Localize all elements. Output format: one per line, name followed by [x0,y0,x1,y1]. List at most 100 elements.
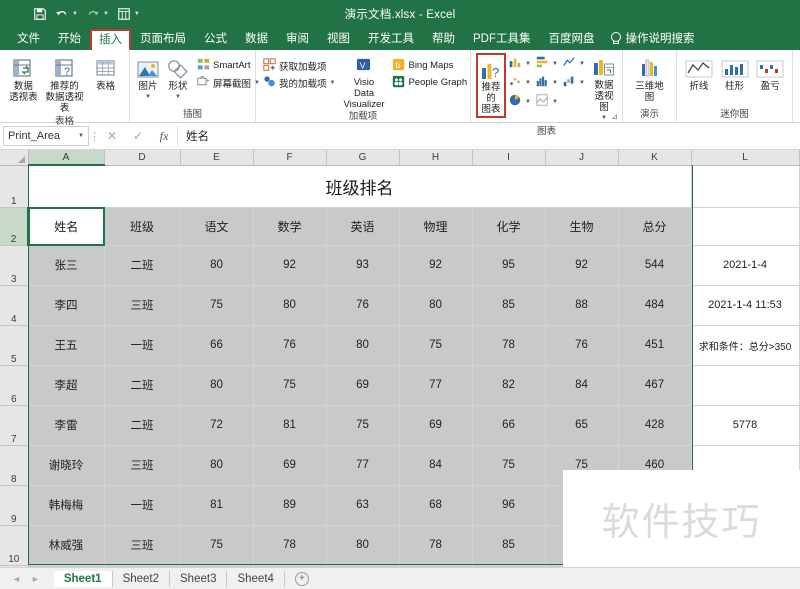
cell-H7[interactable]: 69 [399,405,473,446]
cell-D11[interactable]: 二班 [104,565,181,567]
cell-F6[interactable]: 75 [253,365,327,406]
sparkline-column-button[interactable]: 柱形 [718,54,752,93]
cell-H8[interactable]: 84 [399,445,473,486]
cell-D3[interactable]: 二班 [104,245,181,286]
tab-developer[interactable]: 开发工具 [359,28,423,50]
cell-A5[interactable]: 王五 [28,325,105,366]
cell-D5[interactable]: 一班 [104,325,181,366]
row-header-2[interactable]: 2 [0,207,29,246]
cell-F7[interactable]: 81 [253,405,327,446]
tab-pdf-tools[interactable]: PDF工具集 [464,28,540,50]
surface-chart-caret[interactable]: ▼ [552,99,558,105]
cell-J6[interactable]: 84 [545,365,619,406]
sheet-tab-sheet4[interactable]: Sheet4 [227,570,285,587]
cell-A2[interactable]: 姓名 [28,207,105,246]
waterfall-button[interactable]: ▼ [562,73,589,92]
cell-K6[interactable]: 467 [618,365,692,406]
cell-K3[interactable]: 544 [618,245,692,286]
cell-I6[interactable]: 82 [472,365,546,406]
column-header-J[interactable]: J [545,150,619,166]
sheet-nav-next-icon[interactable]: ► [31,574,40,584]
cell-G5[interactable]: 80 [326,325,400,366]
cell-I5[interactable]: 78 [472,325,546,366]
shapes-button[interactable]: 形状 ▼ [165,54,191,104]
cell-H9[interactable]: 68 [399,485,473,526]
column-header-L[interactable]: L [691,150,800,166]
row-header-3[interactable]: 3 [0,245,29,286]
cell-I4[interactable]: 85 [472,285,546,326]
cell-G7[interactable]: 75 [326,405,400,446]
recommended-charts-button[interactable]: ? 推荐的 图表 [476,53,506,118]
cell-A6[interactable]: 李超 [28,365,105,406]
cell-G9[interactable]: 63 [326,485,400,526]
undo-dropdown-icon[interactable]: ▼ [72,11,78,17]
cell-A10[interactable]: 林威强 [28,525,105,566]
cell-A8[interactable]: 谢晓玲 [28,445,105,486]
select-all-corner[interactable] [0,150,29,166]
tab-formulas[interactable]: 公式 [195,28,236,50]
cell-F10[interactable]: 78 [253,525,327,566]
cell-L1[interactable] [691,165,800,208]
cell-E4[interactable]: 75 [180,285,254,326]
charts-dialog-launcher[interactable]: ⊿ [611,112,618,121]
bar-chart-caret[interactable]: ▼ [552,61,558,67]
cell-J2[interactable]: 生物 [545,207,619,246]
cell-F8[interactable]: 69 [253,445,327,486]
print-preview-icon[interactable] [114,4,134,24]
column-header-I[interactable]: I [472,150,546,166]
cancel-icon[interactable]: ✕ [99,129,125,143]
cell-H6[interactable]: 77 [399,365,473,406]
column-header-F[interactable]: F [253,150,327,166]
row-header-4[interactable]: 4 [0,285,29,326]
cell-H11[interactable]: 75 [399,565,473,567]
cell-D8[interactable]: 三班 [104,445,181,486]
sheet-tab-sheet2[interactable]: Sheet2 [113,570,171,587]
scatter-chart-button[interactable]: ▼ [508,73,535,92]
cell-A9[interactable]: 韩梅梅 [28,485,105,526]
cell-L4[interactable]: 2021-1-4 11:53 [691,285,800,326]
cell-L7[interactable]: 5778 [691,405,800,446]
sheet-tab-sheet1[interactable]: Sheet1 [53,570,113,587]
cell-L5[interactable]: 求和条件：总分>350 [691,325,800,366]
cell-G3[interactable]: 93 [326,245,400,286]
add-sheet-button[interactable]: + [294,571,309,586]
column-header-A[interactable]: A [28,150,105,166]
column-header-G[interactable]: G [326,150,400,166]
name-box-dropdown-icon[interactable]: ▼ [78,133,84,139]
cell-D6[interactable]: 二班 [104,365,181,406]
cell-K5[interactable]: 451 [618,325,692,366]
screenshot-button[interactable]: + 屏幕截图 ▼ [195,74,262,91]
cell-E6[interactable]: 80 [180,365,254,406]
scatter-chart-caret[interactable]: ▼ [525,80,531,86]
pie-chart-caret[interactable]: ▼ [525,99,531,105]
bar-chart-button[interactable]: ▼ [535,54,562,73]
cell-K7[interactable]: 428 [618,405,692,446]
cell-I8[interactable]: 75 [472,445,546,486]
fx-icon[interactable]: fx [151,129,177,144]
sheet-title-cell[interactable]: 班级排名 [28,165,692,208]
column-header-E[interactable]: E [180,150,254,166]
row-header-8[interactable]: 8 [0,445,29,486]
tab-view[interactable]: 视图 [318,28,359,50]
cell-I9[interactable]: 96 [472,485,546,526]
shapes-dropdown-icon[interactable]: ▼ [175,92,181,103]
cell-H5[interactable]: 75 [399,325,473,366]
row-header-11[interactable]: 11 [0,565,29,567]
cell-G10[interactable]: 80 [326,525,400,566]
cell-I7[interactable]: 66 [472,405,546,446]
pie-chart-button[interactable]: ▼ [508,92,535,111]
cell-I11[interactable]: 73 [472,565,546,567]
column-header-D[interactable]: D [104,150,181,166]
tell-me-search[interactable]: 操作说明搜索 [604,28,704,50]
cell-K4[interactable]: 484 [618,285,692,326]
sheet-tab-sheet3[interactable]: Sheet3 [170,570,228,587]
column-chart-button[interactable]: ▼ [508,54,535,73]
smartart-button[interactable]: SmartArt [195,57,262,74]
cell-E5[interactable]: 66 [180,325,254,366]
people-graph-button[interactable]: People Graph [390,74,469,91]
bing-maps-button[interactable]: b Bing Maps [390,57,469,74]
cell-K2[interactable]: 总分 [618,207,692,246]
cell-E7[interactable]: 72 [180,405,254,446]
3d-map-button[interactable]: 三维地 图 [628,54,671,104]
table-button[interactable]: 表格 [87,54,124,93]
